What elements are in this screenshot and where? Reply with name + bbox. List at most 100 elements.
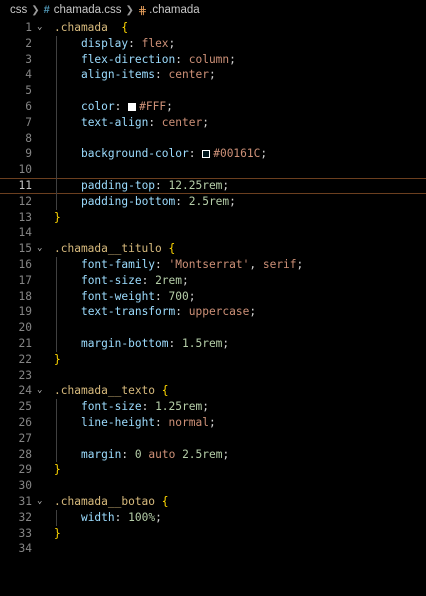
code-line[interactable]: 15 ⌄ .chamada__titulo { [0, 241, 426, 257]
code-line[interactable]: 18 font-weight: 700; [0, 289, 426, 305]
code-line[interactable]: 5 [0, 83, 426, 99]
code-token: ; [188, 289, 196, 303]
code-token: ; [296, 257, 304, 271]
code-line[interactable]: 16 font-family: 'Montserrat', serif; [0, 257, 426, 273]
code-line[interactable]: 24 ⌄ .chamada__texto { [0, 383, 426, 399]
indent-guide [56, 35, 57, 210]
code-editor[interactable]: 1 ⌄ .chamada {2 display: flex; 3 flex-direc… [0, 20, 426, 557]
code-token: : [114, 99, 129, 113]
code-text: padding-top: 12.25rem; [54, 179, 229, 193]
code-token: 700 [168, 289, 189, 303]
code-line[interactable]: 26 line-height: normal; [0, 415, 426, 431]
code-token: } [54, 210, 61, 224]
breadcrumb-file[interactable]: chamada.css [54, 4, 122, 16]
code-line[interactable]: 20 [0, 320, 426, 336]
line-number: 5 [25, 84, 32, 98]
line-number: 33 [18, 526, 32, 540]
breadcrumb-symbol[interactable]: .chamada [149, 4, 200, 16]
chevron-right-icon: ❯ [31, 4, 40, 16]
code-line[interactable]: 14 [0, 225, 426, 241]
code-token: .chamada__titulo [54, 242, 162, 256]
code-token: { [161, 384, 169, 398]
code-line[interactable]: 27 [0, 431, 426, 447]
code-token: ; [182, 273, 189, 287]
code-text: margin: 0 auto 2.5rem; [54, 447, 229, 463]
code-line[interactable]: 1 ⌄ .chamada { [0, 20, 426, 36]
code-token: : [155, 289, 169, 303]
code-token: font-size [80, 273, 142, 287]
code-token: serif [262, 257, 297, 271]
line-number: 27 [18, 431, 32, 445]
code-token: .chamada [54, 21, 108, 34]
line-number: 10 [18, 163, 32, 177]
fold-chevron-icon[interactable]: ⌄ [37, 241, 42, 257]
code-line[interactable]: 19 text-transform: uppercase; [0, 304, 426, 320]
code-token: ; [208, 415, 216, 429]
code-text: } [54, 526, 61, 542]
code-token: normal [168, 415, 209, 429]
code-text: text-transform: uppercase; [54, 304, 256, 320]
line-number: 29 [18, 463, 32, 477]
code-line[interactable]: 3 flex-direction: column; [0, 52, 426, 68]
fold-chevron-icon[interactable]: ⌄ [37, 494, 42, 510]
code-line[interactable]: 12 padding-bottom: 2.5rem; [0, 194, 426, 210]
breadcrumb-folder[interactable]: css [10, 4, 27, 16]
code-text: font-weight: 700; [54, 289, 196, 305]
code-line[interactable]: 23 [0, 368, 426, 384]
code-text: } [54, 210, 61, 226]
code-text: .chamada__botao { [54, 494, 169, 510]
code-token: .chamada__texto [54, 384, 156, 398]
code-line[interactable]: 22} [0, 352, 426, 368]
code-token: flex [141, 36, 169, 50]
code-line[interactable]: 4 align-items: center; [0, 67, 426, 83]
code-token: align-items [80, 68, 156, 82]
code-line[interactable]: 33} [0, 526, 426, 542]
code-token: : [155, 257, 169, 271]
code-line[interactable]: 7 text-align: center; [0, 115, 426, 131]
selector-symbol-icon: ⋕ [137, 4, 148, 17]
code-line[interactable]: 29} [0, 462, 426, 478]
code-line[interactable]: 2 display: flex; [0, 36, 426, 52]
code-line[interactable]: 17 font-size: 2rem; [0, 273, 426, 289]
line-number: 8 [25, 131, 32, 145]
code-line[interactable]: 25 font-size: 1.25rem; [0, 399, 426, 415]
code-text: .chamada { [54, 20, 128, 36]
code-line[interactable]: 30 [0, 478, 426, 494]
code-token: : [155, 415, 169, 429]
code-text: font-family: 'Montserrat', serif; [54, 257, 303, 273]
code-token: ; [222, 447, 230, 461]
code-line[interactable]: 10 [0, 162, 426, 178]
code-line[interactable]: 34 [0, 541, 426, 557]
code-token: : [141, 400, 156, 414]
code-line[interactable]: 6 color: #FFF; [0, 99, 426, 115]
code-line[interactable]: 28 margin: 0 auto 2.5rem; [0, 447, 426, 463]
code-token: : [175, 305, 189, 319]
code-token: ; [208, 68, 216, 82]
code-token: { [161, 494, 169, 508]
code-token: center [168, 68, 209, 82]
code-line[interactable]: 32 width: 100%; [0, 510, 426, 526]
code-token: , [249, 257, 263, 271]
fold-chevron-icon[interactable]: ⌄ [37, 383, 42, 399]
code-line[interactable]: 8 [0, 131, 426, 147]
color-swatch[interactable] [202, 150, 211, 159]
code-token: ; [260, 147, 268, 161]
code-text: line-height: normal; [54, 415, 216, 431]
code-line[interactable]: 11 padding-top: 12.25rem; [0, 177, 426, 194]
fold-chevron-icon[interactable]: ⌄ [37, 20, 42, 36]
code-token: : [141, 273, 156, 287]
color-swatch[interactable] [128, 102, 137, 111]
code-line[interactable]: 9 background-color: #00161C; [0, 146, 426, 162]
code-line[interactable]: 13} [0, 210, 426, 226]
code-line[interactable]: 21 margin-bottom: 1.5rem; [0, 336, 426, 352]
code-token: : [121, 447, 135, 461]
code-line[interactable]: 31 ⌄ .chamada__botao { [0, 494, 426, 510]
